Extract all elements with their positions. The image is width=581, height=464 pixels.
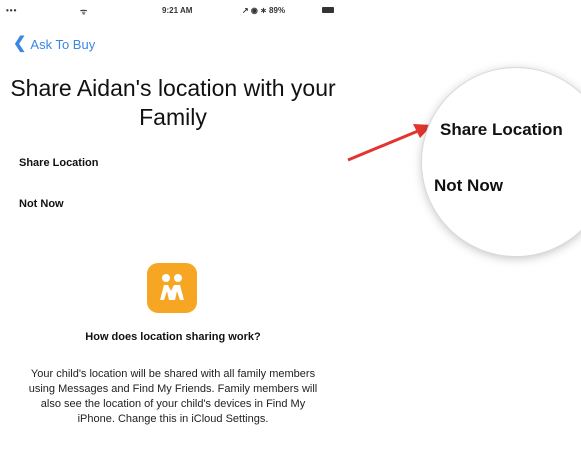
zoom-share-location: Share Location: [440, 120, 563, 139]
zoom-not-now: Not Now: [434, 176, 503, 195]
